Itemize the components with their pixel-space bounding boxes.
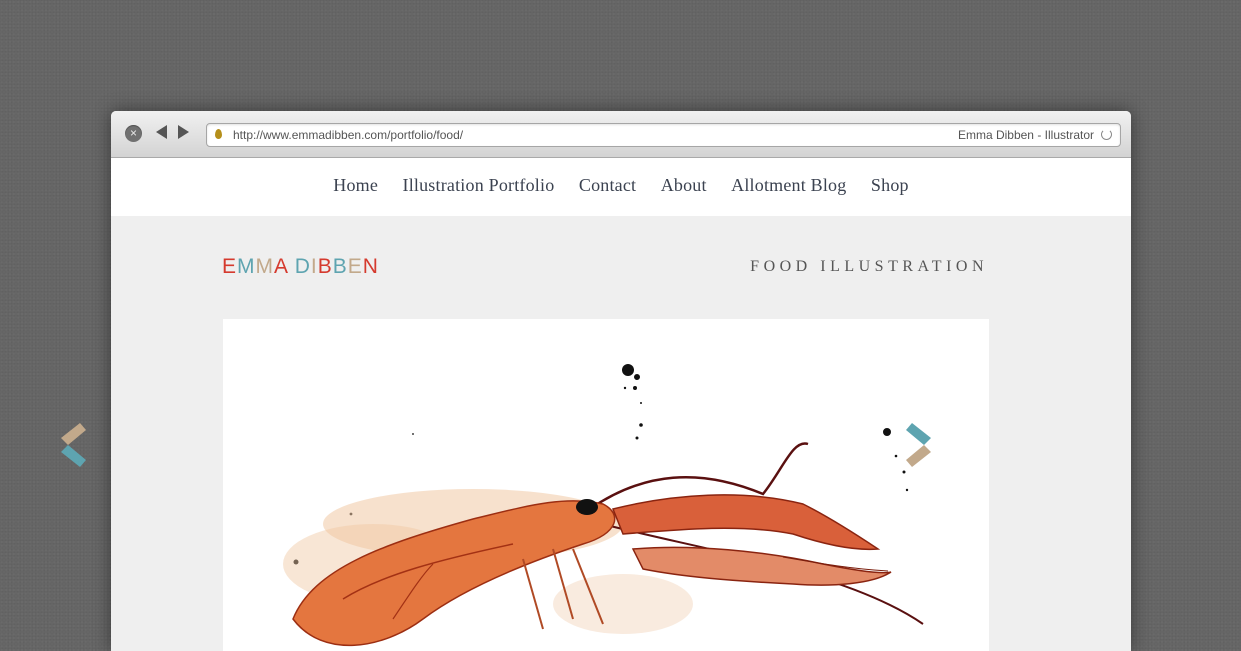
- nav-item-contact[interactable]: Contact: [579, 175, 636, 196]
- crayfish-illustration: [283, 364, 924, 647]
- main-nav: Home Illustration Portfolio Contact Abou…: [111, 158, 1131, 216]
- browser-toolbar: × http://www.emmadibben.com/portfolio/fo…: [111, 111, 1131, 158]
- nav-item-home[interactable]: Home: [333, 175, 378, 196]
- browser-window: × http://www.emmadibben.com/portfolio/fo…: [111, 111, 1131, 651]
- close-icon[interactable]: ×: [125, 125, 142, 142]
- chevron-right-icon[interactable]: [900, 420, 940, 470]
- page-title: Emma Dibben - Illustrator: [957, 128, 1094, 142]
- nav-item-shop[interactable]: Shop: [871, 175, 909, 196]
- nav-item-illustration-portfolio[interactable]: Illustration Portfolio: [403, 175, 555, 196]
- favicon-icon: [215, 129, 222, 139]
- nav-item-allotment-blog[interactable]: Allotment Blog: [731, 175, 846, 196]
- featured-illustration: [223, 319, 989, 651]
- nav-item-about[interactable]: About: [661, 175, 707, 196]
- reload-icon[interactable]: [1101, 129, 1112, 140]
- section-title: FOOD ILLUSTRATION: [750, 258, 988, 275]
- back-arrow-icon[interactable]: [156, 125, 167, 139]
- site-logo[interactable]: EMMA DIBBEN: [222, 255, 379, 279]
- forward-arrow-icon[interactable]: [178, 125, 189, 139]
- address-bar[interactable]: http://www.emmadibben.com/portfolio/food…: [206, 123, 1121, 147]
- url-text[interactable]: http://www.emmadibben.com/portfolio/food…: [233, 128, 463, 142]
- chevron-left-icon[interactable]: [52, 420, 92, 470]
